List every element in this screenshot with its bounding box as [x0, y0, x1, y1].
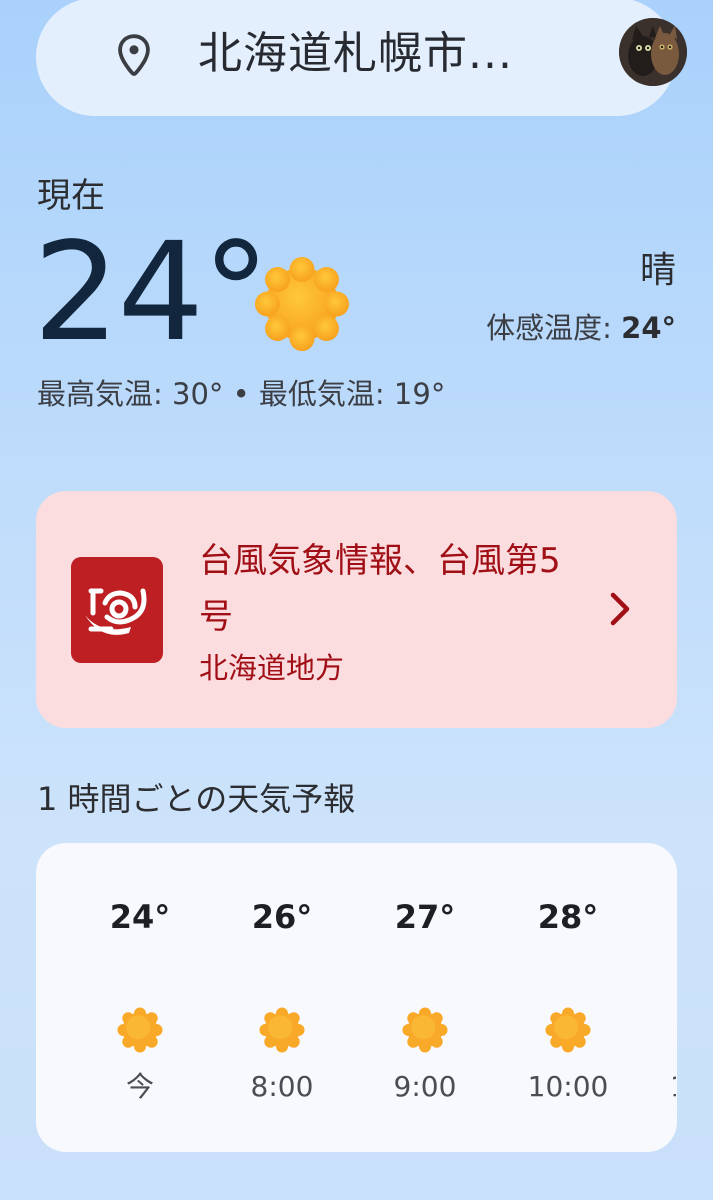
hourly-item[interactable]: 28° 10:00: [513, 843, 623, 1152]
sun-icon: [402, 1007, 448, 1053]
hourly-temperature: 28°: [537, 898, 599, 936]
hourly-forecast-card[interactable]: 24° 今 26° 8:00 27° 9:00 28° 10:00: [36, 843, 677, 1152]
alert-title: 台風気象情報、台風第5号: [199, 541, 561, 637]
location-pin-icon: [118, 34, 150, 76]
hourly-temperature: 27°: [394, 898, 456, 936]
feels-like: 体感温度: 24°: [486, 308, 676, 348]
sun-icon: [254, 256, 350, 352]
current-label: 現在: [37, 176, 105, 216]
hourly-temperature: 24°: [109, 898, 171, 936]
typhoon-alert-card[interactable]: 台風気象情報、台風第5号 北海道地方: [36, 491, 677, 728]
sun-icon: [117, 1007, 163, 1053]
hourly-time: 8:00: [250, 1070, 314, 1103]
hourly-time: 10:00: [527, 1070, 609, 1103]
hourly-time: 9:00: [393, 1070, 457, 1103]
hourly-time: 今: [125, 1070, 154, 1103]
chevron-right-icon[interactable]: [602, 589, 638, 629]
current-temperature: 24°: [33, 214, 270, 372]
hourly-item[interactable]: 24° 今: [85, 843, 195, 1152]
hourly-item[interactable]: 27° 9:00: [370, 843, 480, 1152]
location-name: 北海道札幌市...: [198, 28, 513, 79]
feels-like-label: 体感温度:: [486, 311, 622, 345]
profile-avatar[interactable]: [619, 18, 687, 86]
high-low-temperature: 最高気温: 30° • 最低気温: 19°: [37, 377, 446, 411]
hourly-temperature: 26°: [251, 898, 313, 936]
sun-icon: [545, 1007, 591, 1053]
feels-like-value: 24°: [621, 311, 676, 345]
location-search-bar[interactable]: 北海道札幌市...: [36, 0, 687, 116]
hourly-forecast-title: 1 時間ごとの天気予報: [37, 780, 356, 818]
condition-text: 晴: [639, 250, 676, 291]
alert-region: 北海道地方: [199, 651, 345, 685]
sun-icon: [259, 1007, 305, 1053]
typhoon-icon: [71, 557, 163, 663]
hourly-item[interactable]: 26° 8:00: [227, 843, 337, 1152]
hourly-time-partial: 1: [670, 1071, 676, 1103]
